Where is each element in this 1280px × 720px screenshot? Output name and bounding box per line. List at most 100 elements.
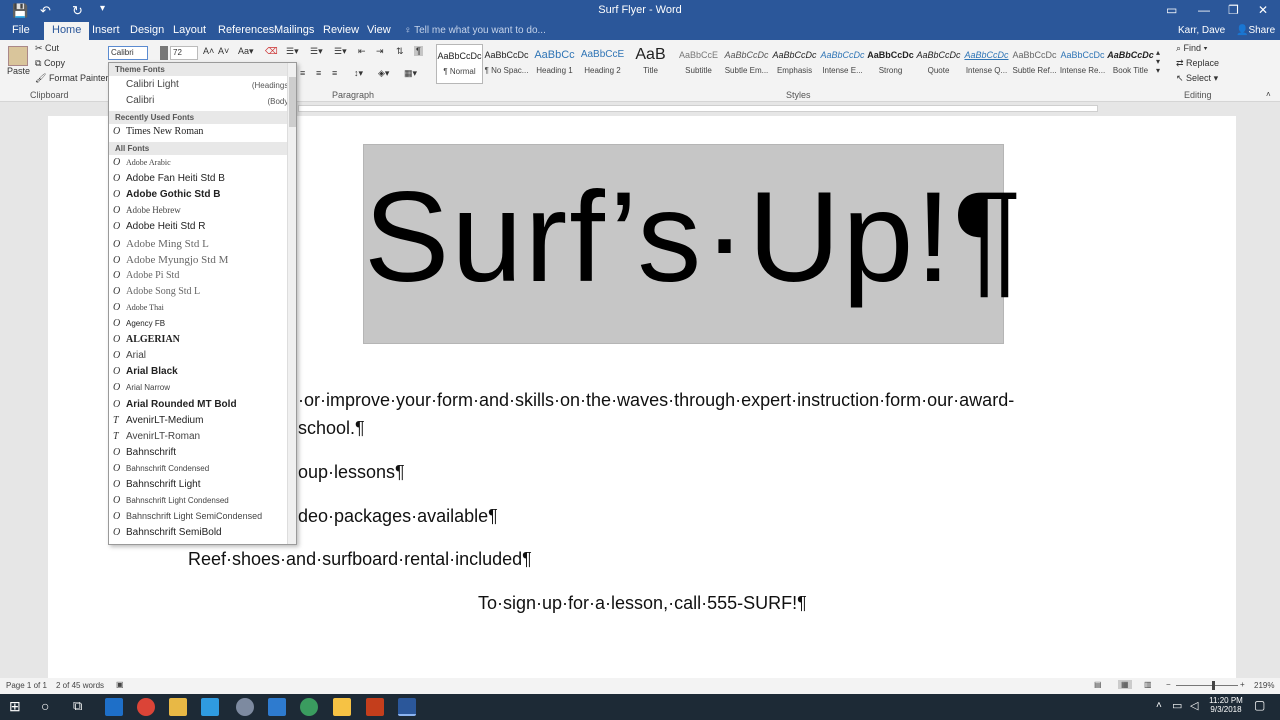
- chrome-icon[interactable]: [137, 698, 155, 716]
- word-icon[interactable]: [398, 698, 416, 716]
- banner-heading[interactable]: Surf’s·Up!¶: [364, 163, 1022, 313]
- font-option[interactable]: O Arial Narrow: [113, 382, 291, 398]
- scroll-thumb[interactable]: [289, 77, 296, 127]
- font-option[interactable]: O Adobe Pi Std: [113, 270, 291, 286]
- style-book-title[interactable]: AaBbCcDc Book Title: [1107, 44, 1154, 84]
- zoom-thumb[interactable]: [1212, 681, 1215, 690]
- word-count[interactable]: 2 of 45 words: [56, 681, 104, 690]
- style-heading-2[interactable]: AaBbCcE Heading 2: [579, 44, 626, 84]
- sort-icon[interactable]: ⇅: [396, 46, 404, 57]
- tab-home[interactable]: Home: [44, 22, 90, 40]
- font-option-calibri-light[interactable]: Calibri Light (Headings): [113, 79, 291, 95]
- style-quote[interactable]: AaBbCcDc Quote: [915, 44, 962, 84]
- tab-references[interactable]: References: [218, 24, 274, 36]
- app-icon-1[interactable]: [236, 698, 254, 716]
- tab-layout[interactable]: Layout: [173, 24, 206, 36]
- font-option[interactable]: O Bahnschrift Light Condensed: [113, 495, 291, 511]
- font-option[interactable]: T AvenirLT-Medium: [113, 415, 291, 431]
- font-option[interactable]: O Adobe Song Std L: [113, 286, 291, 302]
- collapse-ribbon-icon[interactable]: ˄: [1266, 90, 1271, 99]
- windows-start-icon[interactable]: ⊞: [9, 698, 21, 715]
- tab-design[interactable]: Design: [130, 24, 164, 36]
- find-button[interactable]: ⌕ Find ▾: [1176, 43, 1207, 54]
- font-dropdown[interactable]: Theme Fonts Calibri Light (Headings) Cali…: [108, 62, 297, 545]
- font-option[interactable]: O Bahnschrift: [113, 447, 291, 463]
- zoom-in-icon[interactable]: +: [1240, 680, 1245, 689]
- zoom-out-icon[interactable]: −: [1166, 680, 1171, 689]
- font-option[interactable]: O Adobe Fan Heiti Std B: [113, 173, 291, 189]
- font-option[interactable]: T AvenirLT-Roman: [113, 431, 291, 447]
- ribbon-display-icon[interactable]: ▭: [1166, 3, 1177, 17]
- show-hidden-icons[interactable]: ˄: [1156, 700, 1162, 711]
- font-option[interactable]: O Bahnschrift Light SemiCondensed: [113, 511, 291, 527]
- font-option[interactable]: O Bahnschrift Condensed: [113, 463, 291, 479]
- replace-button[interactable]: ⇄ Replace: [1176, 58, 1219, 69]
- decrease-indent-icon[interactable]: ⇤: [358, 46, 366, 57]
- grow-font-icon[interactable]: A˄: [203, 46, 214, 56]
- align-center-icon[interactable]: ≡: [300, 68, 305, 78]
- line-spacing-icon[interactable]: ↕▾: [354, 68, 363, 79]
- style-no-spacing[interactable]: AaBbCcDc ¶ No Spac...: [483, 44, 530, 84]
- cut-button[interactable]: ✂ Cut: [35, 43, 59, 54]
- tab-file[interactable]: File: [12, 24, 30, 36]
- font-option[interactable]: O Arial Black: [113, 366, 291, 382]
- body-paragraph-1[interactable]: ·or·improve·your·form·and·skills·on·the·…: [298, 390, 1014, 411]
- paste-button[interactable]: Paste: [7, 66, 30, 76]
- read-mode-icon[interactable]: ▤: [1094, 680, 1102, 689]
- file-explorer-icon[interactable]: [169, 698, 187, 716]
- font-option[interactable]: O Adobe Ming Std L: [113, 238, 291, 254]
- bullets-icon[interactable]: ☰▾: [286, 46, 299, 57]
- body-paragraph-1-end[interactable]: school.¶: [298, 418, 365, 439]
- style-strong[interactable]: AaBbCcDc Strong: [867, 44, 914, 84]
- tab-review[interactable]: Review: [323, 24, 359, 36]
- style-emphasis[interactable]: AaBbCcDc Emphasis: [771, 44, 818, 84]
- user-name[interactable]: Karr, Dave: [1178, 25, 1225, 36]
- clear-formatting-icon[interactable]: ⌫: [265, 46, 278, 57]
- page-count[interactable]: Page 1 of 1: [6, 681, 47, 690]
- print-layout-icon[interactable]: ▦: [1118, 680, 1132, 689]
- style-intense-quote[interactable]: AaBbCcDc Intense Q...: [963, 44, 1010, 84]
- font-option-calibri[interactable]: Calibri (Body): [113, 95, 291, 111]
- tell-me-search[interactable]: ♀ Tell me what you want to do...: [404, 25, 546, 36]
- clock[interactable]: 11:20 PM 9/3/2018: [1208, 696, 1244, 714]
- powerpoint-icon[interactable]: [366, 698, 384, 716]
- font-option[interactable]: O Bahnschrift Light: [113, 479, 291, 495]
- zoom-level[interactable]: 219%: [1254, 681, 1274, 690]
- minimize-icon[interactable]: —: [1198, 3, 1210, 17]
- font-option[interactable]: O Adobe Gothic Std B: [113, 189, 291, 205]
- font-option[interactable]: O ALGERIAN: [113, 334, 291, 350]
- font-option[interactable]: O Adobe Myungjo Std M: [113, 254, 291, 270]
- style-title[interactable]: AaB Title: [627, 44, 674, 84]
- paste-icon[interactable]: [8, 46, 28, 66]
- font-size-box[interactable]: 72: [170, 46, 198, 60]
- style-normal[interactable]: AaBbCcDc ¶ Normal: [436, 44, 483, 84]
- style-intense-reference[interactable]: AaBbCcDc Intense Re...: [1059, 44, 1106, 84]
- font-name-box[interactable]: Calibri: [108, 46, 148, 60]
- tab-insert[interactable]: Insert: [92, 24, 120, 36]
- copy-button[interactable]: ⧉ Copy: [35, 58, 65, 69]
- multilevel-list-icon[interactable]: ☰▾: [334, 46, 347, 57]
- align-right-icon[interactable]: ≡: [316, 68, 321, 78]
- bullet-reef-shoes[interactable]: Reef·shoes·and·surfboard·rental·included…: [188, 549, 532, 570]
- title-banner[interactable]: Surf’s·Up!¶: [363, 144, 1022, 344]
- edge-icon[interactable]: [105, 698, 123, 716]
- font-list-scrollbar[interactable]: [287, 63, 296, 544]
- bullet-group-lessons[interactable]: oup·lessons¶: [298, 462, 405, 483]
- share-button[interactable]: 👤Share: [1236, 25, 1275, 36]
- show-formatting-icon[interactable]: ¶: [414, 46, 423, 56]
- select-button[interactable]: ↖ Select ▾: [1176, 73, 1218, 84]
- font-option[interactable]: O Arial Rounded MT Bold: [113, 399, 291, 415]
- close-icon[interactable]: ✕: [1258, 3, 1268, 17]
- app-icon-2[interactable]: [268, 698, 286, 716]
- style-heading-1[interactable]: AaBbCc Heading 1: [531, 44, 578, 84]
- styles-more-icon[interactable]: ▴ ▾ ▾: [1156, 48, 1160, 75]
- font-option[interactable]: O Adobe Heiti Std R: [113, 221, 291, 237]
- font-option[interactable]: O Agency FB: [113, 318, 291, 334]
- font-option-times-new-roman[interactable]: O Times New Roman: [113, 126, 291, 142]
- font-option[interactable]: O Adobe Arabic: [113, 157, 291, 173]
- zoom-slider[interactable]: [1176, 685, 1238, 686]
- borders-icon[interactable]: ▦▾: [404, 68, 417, 79]
- style-subtle-emphasis[interactable]: AaBbCcDc Subtle Em...: [723, 44, 770, 84]
- web-layout-icon[interactable]: ▥: [1144, 680, 1152, 689]
- format-painter-button[interactable]: 🖌 Format Painter: [35, 73, 108, 84]
